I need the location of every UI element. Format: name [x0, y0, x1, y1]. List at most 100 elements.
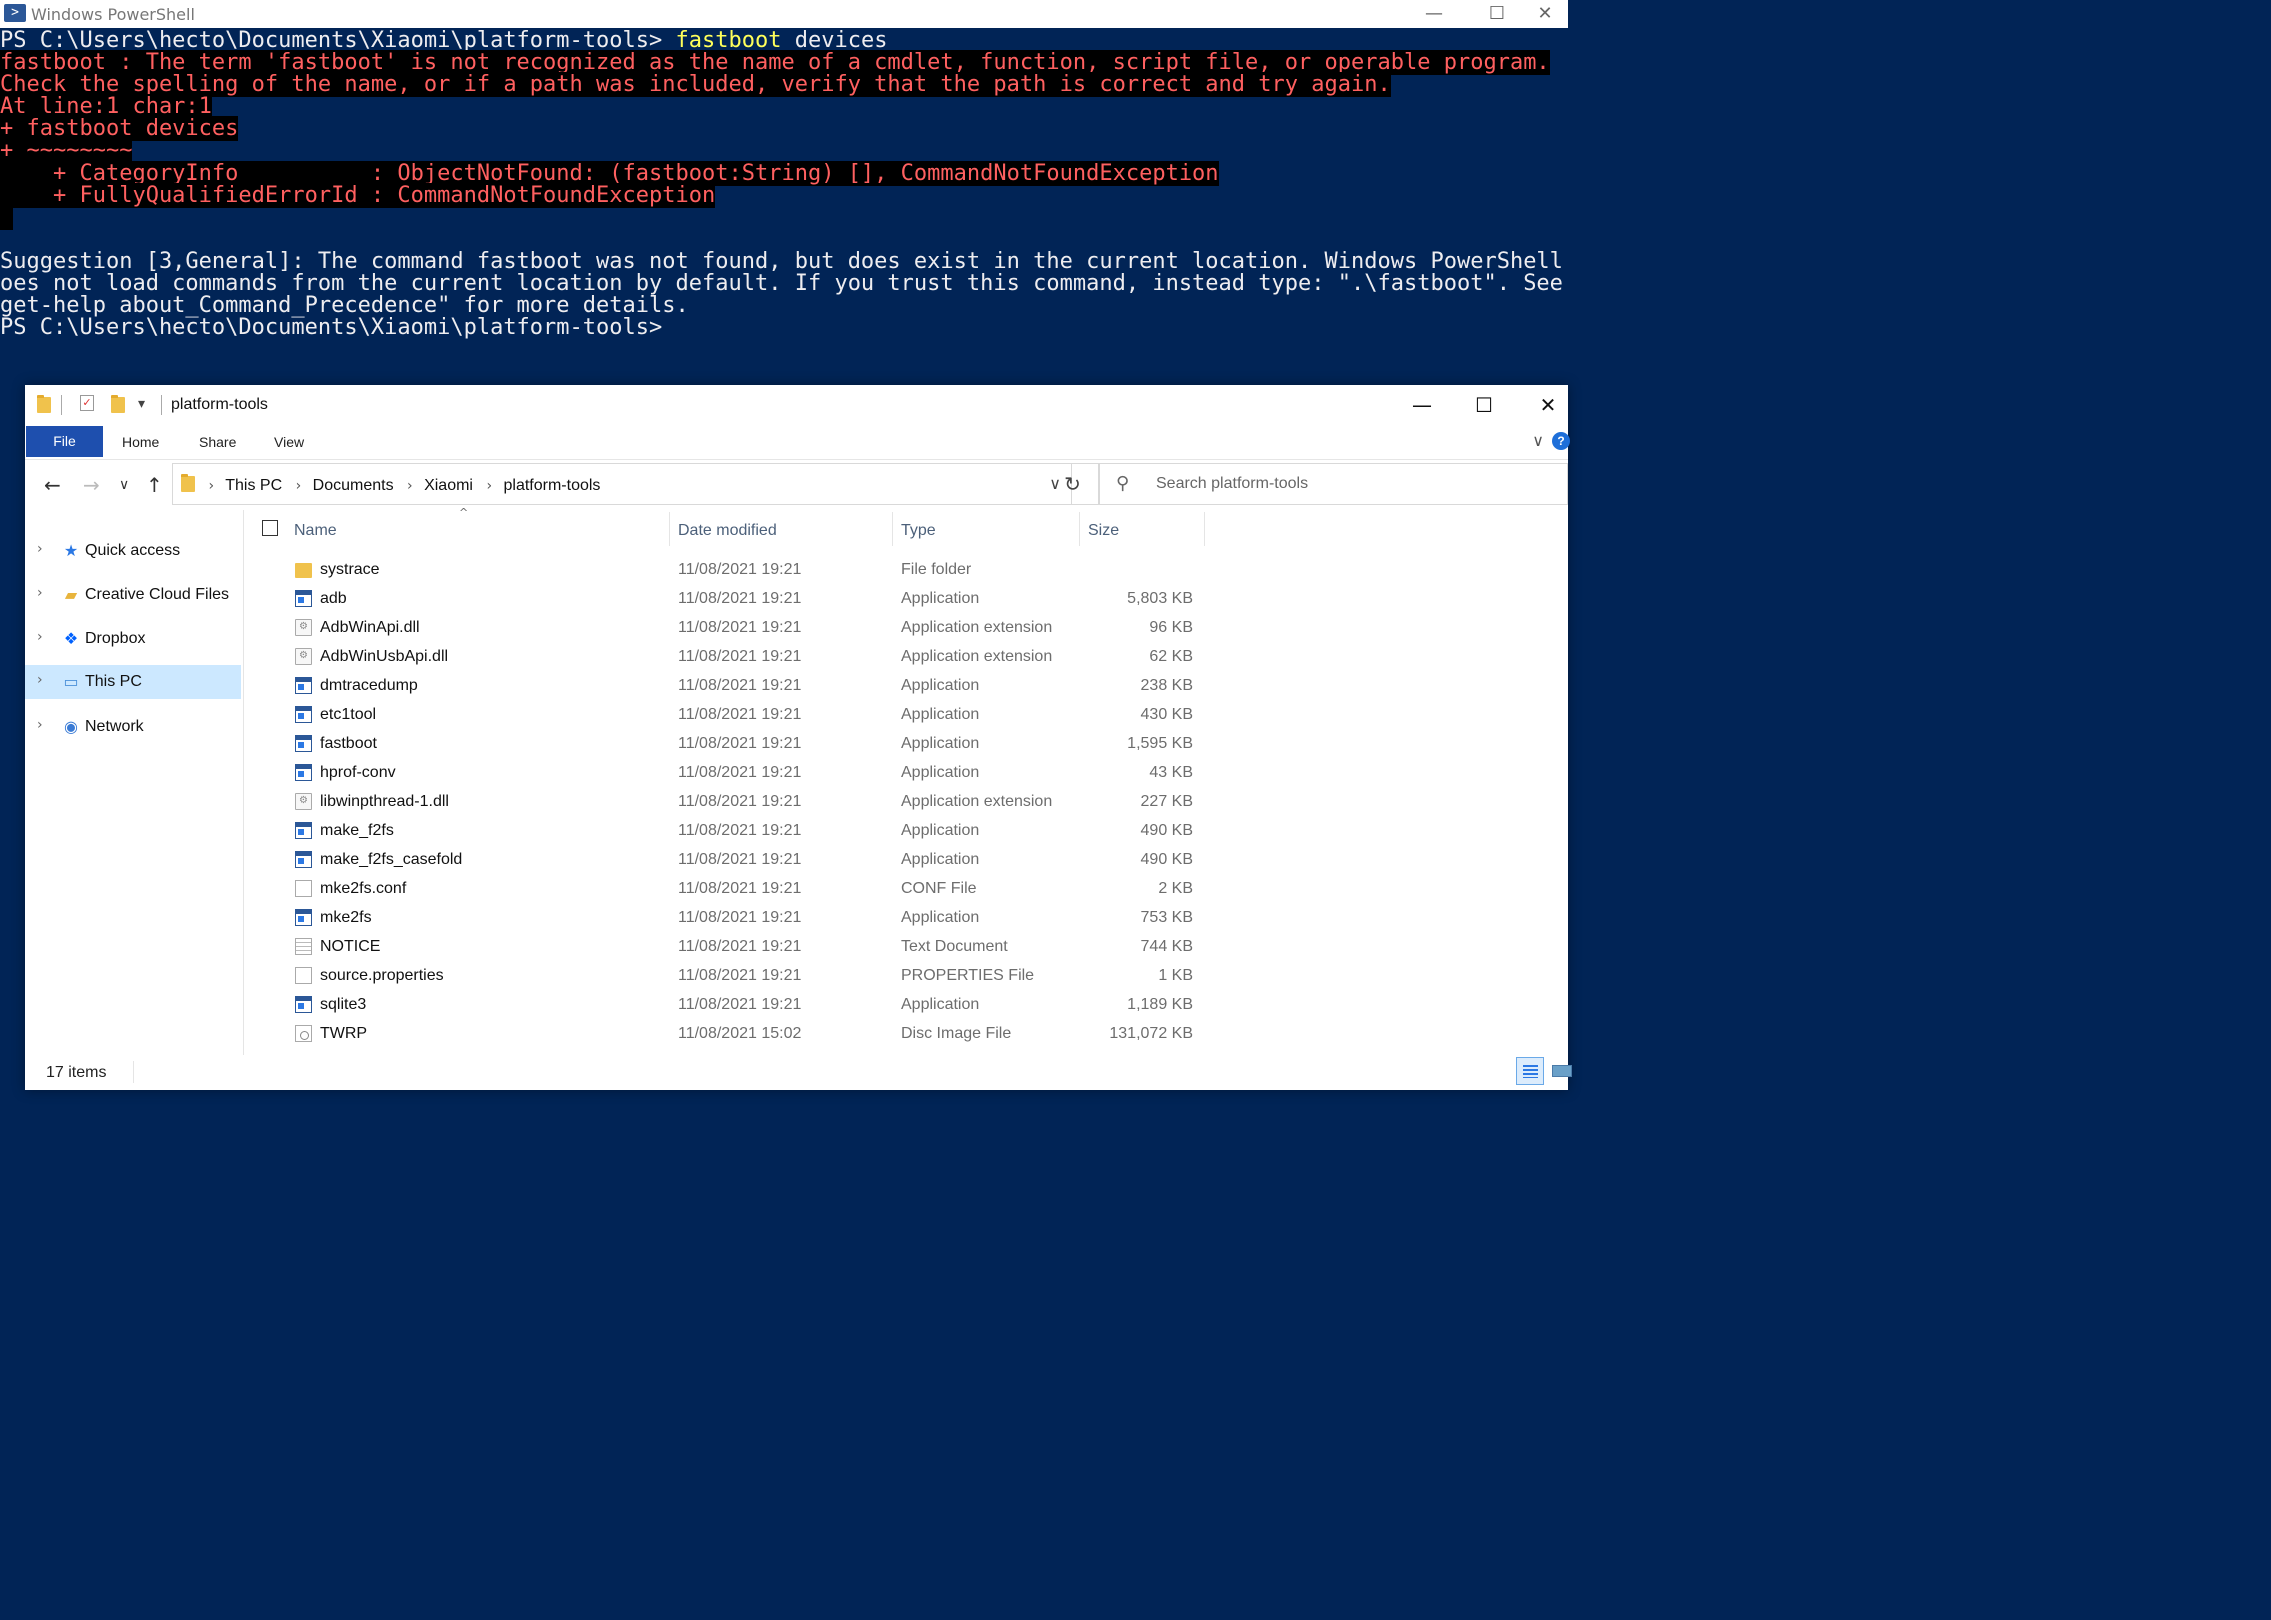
file-date-modified: 11/08/2021 19:21 — [678, 996, 802, 1013]
file-size: 1,595 KB — [1127, 735, 1193, 752]
help-icon[interactable]: ? — [1552, 432, 1570, 450]
console-line: Check the spelling of the name, or if a … — [0, 72, 1568, 98]
breadcrumb-separator[interactable]: › — [486, 478, 492, 494]
file-date-modified: 11/08/2021 19:21 — [678, 648, 802, 665]
file-list: ^ Name Date modified Type Size systrace 1… — [245, 506, 1568, 1055]
app-file-icon — [295, 909, 312, 926]
expand-chevron-icon[interactable]: › — [37, 585, 43, 601]
breadcrumb-separator[interactable]: › — [296, 478, 302, 494]
tab-view[interactable]: View — [274, 434, 304, 450]
breadcrumb-documents[interactable]: Documents — [313, 477, 394, 494]
folder-file-icon — [295, 563, 312, 578]
sidebar-item-creative-cloud-files[interactable]: › ▰ Creative Cloud Files — [25, 578, 241, 612]
refresh-button[interactable]: ↻ — [1047, 463, 1099, 505]
ribbon: File Home Share View ∨ ? — [25, 425, 1570, 460]
console-line: Suggestion [3,General]: The command fast… — [0, 250, 1568, 273]
column-divider[interactable] — [1079, 512, 1080, 546]
sidebar-item-label: Dropbox — [85, 630, 146, 647]
file-date-modified: 11/08/2021 19:21 — [678, 706, 802, 723]
tab-home[interactable]: Home — [122, 434, 159, 450]
search-input[interactable] — [1154, 474, 1538, 494]
file-row[interactable]: dmtracedump 11/08/2021 19:21 Application 23… — [245, 672, 1345, 701]
file-date-modified: 11/08/2021 19:21 — [678, 822, 802, 839]
customize-quick-access-dropdown[interactable]: ▾ — [138, 396, 145, 412]
console-output-text: PS C:\Users\hecto\Documents\Xiaomi\platf… — [0, 315, 663, 341]
sidebar-item-quick-access[interactable]: › ★ Quick access — [25, 534, 241, 568]
status-bar: 17 items — [25, 1055, 1572, 1090]
expand-chevron-icon[interactable]: › — [37, 717, 43, 733]
file-name: source.properties — [320, 967, 444, 984]
file-row[interactable]: sqlite3 11/08/2021 19:21 Application 1,189 … — [245, 991, 1345, 1020]
sidebar-item-this-pc[interactable]: › ▭ This PC — [25, 665, 241, 699]
sidebar-item-network[interactable]: › ◉ Network — [25, 710, 241, 744]
explorer-titlebar[interactable]: ✓ ▾ platform-tools — ☐ ✕ — [25, 385, 1568, 425]
forward-button[interactable]: → — [83, 473, 100, 497]
large-icons-view-button[interactable] — [1548, 1057, 1576, 1085]
console-error-text: + CategoryInfo : ObjectNotFound: (fastbo… — [0, 160, 1219, 186]
back-button[interactable]: ← — [44, 473, 61, 497]
file-size: 1,189 KB — [1127, 996, 1193, 1013]
app-file-icon — [295, 706, 312, 723]
column-divider[interactable] — [892, 512, 893, 546]
file-row[interactable]: TWRP 11/08/2021 15:02 Disc Image File 131,0… — [245, 1020, 1345, 1049]
expand-chevron-icon[interactable]: › — [37, 672, 43, 688]
column-header-name[interactable]: Name — [294, 522, 337, 540]
dropbox-icon: ❖ — [63, 629, 79, 648]
file-row[interactable]: adb 11/08/2021 19:21 Application 5,803 KB — [245, 585, 1345, 614]
new-folder-icon[interactable] — [111, 395, 125, 417]
file-row[interactable]: libwinpthread-1.dll 11/08/2021 19:21 Appli… — [245, 788, 1345, 817]
file-row[interactable]: fastboot 11/08/2021 19:21 Application 1,595… — [245, 730, 1345, 759]
column-divider[interactable] — [1204, 512, 1205, 546]
file-row[interactable]: source.properties 11/08/2021 19:21 PROPERT… — [245, 962, 1345, 991]
address-bar[interactable]: › This PC › Documents › Xiaomi › platfor… — [172, 463, 1072, 505]
breadcrumb-platform-tools[interactable]: platform-tools — [504, 477, 601, 494]
console-line: + FullyQualifiedErrorId : CommandNotFoun… — [0, 182, 1568, 208]
ps-maximize-button[interactable]: ☐ — [1474, 2, 1520, 26]
powershell-titlebar[interactable]: > Windows PowerShell — ☐ ✕ — [0, 0, 1568, 28]
details-view-button[interactable] — [1516, 1057, 1544, 1085]
breadcrumb-separator[interactable]: › — [407, 478, 413, 494]
expand-chevron-icon[interactable]: › — [37, 541, 43, 557]
file-name: mke2fs — [320, 909, 372, 926]
file-row[interactable]: systrace 11/08/2021 19:21 File folder — [245, 556, 1345, 585]
properties-icon[interactable]: ✓ — [80, 395, 94, 411]
file-row[interactable]: AdbWinApi.dll 11/08/2021 19:21 Application… — [245, 614, 1345, 643]
recent-locations-button[interactable]: ∨ — [119, 477, 129, 493]
tab-file[interactable]: File — [26, 426, 103, 457]
column-divider[interactable] — [669, 512, 670, 546]
file-row[interactable]: make_f2fs_casefold 11/08/2021 19:21 Applic… — [245, 846, 1345, 875]
file-date-modified: 11/08/2021 19:21 — [678, 967, 802, 984]
explorer-close-button[interactable]: ✕ — [1518, 389, 1578, 421]
expand-ribbon-icon[interactable]: ∨ — [1532, 431, 1544, 450]
file-row[interactable]: hprof-conv 11/08/2021 19:21 Application 43 … — [245, 759, 1345, 788]
breadcrumb-separator[interactable]: › — [208, 478, 214, 494]
column-header-size[interactable]: Size — [1088, 522, 1119, 540]
sidebar-item-dropbox[interactable]: › ❖ Dropbox — [25, 622, 241, 656]
column-header-date[interactable]: Date modified — [678, 522, 777, 540]
navigation-bar: ← → ∨ ↑ › This PC › Documents › Xiaomi ›… — [25, 460, 1568, 510]
explorer-minimize-button[interactable]: — — [1392, 389, 1452, 421]
divider — [61, 395, 62, 415]
select-all-checkbox[interactable] — [262, 520, 278, 536]
file-row[interactable]: mke2fs 11/08/2021 19:21 Application 753 KB — [245, 904, 1345, 933]
file-name: libwinpthread-1.dll — [320, 793, 449, 810]
column-header-type[interactable]: Type — [901, 522, 936, 540]
file-row[interactable]: make_f2fs 11/08/2021 19:21 Application 490 … — [245, 817, 1345, 846]
powershell-console[interactable]: PS C:\Users\hecto\Documents\Xiaomi\platf… — [0, 30, 1568, 386]
breadcrumb-this-pc[interactable]: This PC — [225, 477, 282, 494]
file-row[interactable]: AdbWinUsbApi.dll 11/08/2021 19:21 Applicat… — [245, 643, 1345, 672]
file-type: Application — [901, 822, 980, 839]
search-box[interactable]: ⚲ — [1099, 463, 1568, 505]
breadcrumb-xiaomi[interactable]: Xiaomi — [424, 477, 473, 494]
file-row[interactable]: etc1tool 11/08/2021 19:21 Application 430 K… — [245, 701, 1345, 730]
ps-close-button[interactable]: ✕ — [1522, 2, 1568, 26]
doc-file-icon — [295, 967, 312, 984]
explorer-maximize-button[interactable]: ☐ — [1454, 389, 1514, 421]
up-button[interactable]: ↑ — [146, 473, 163, 497]
expand-chevron-icon[interactable]: › — [37, 629, 43, 645]
file-row[interactable]: mke2fs.conf 11/08/2021 19:21 CONF File 2 KB — [245, 875, 1345, 904]
tab-share[interactable]: Share — [199, 434, 236, 450]
console-line: PS C:\Users\hecto\Documents\Xiaomi\platf… — [0, 317, 1568, 339]
file-row[interactable]: NOTICE 11/08/2021 19:21 Text Document 744 K… — [245, 933, 1345, 962]
ps-minimize-button[interactable]: — — [1411, 2, 1457, 26]
